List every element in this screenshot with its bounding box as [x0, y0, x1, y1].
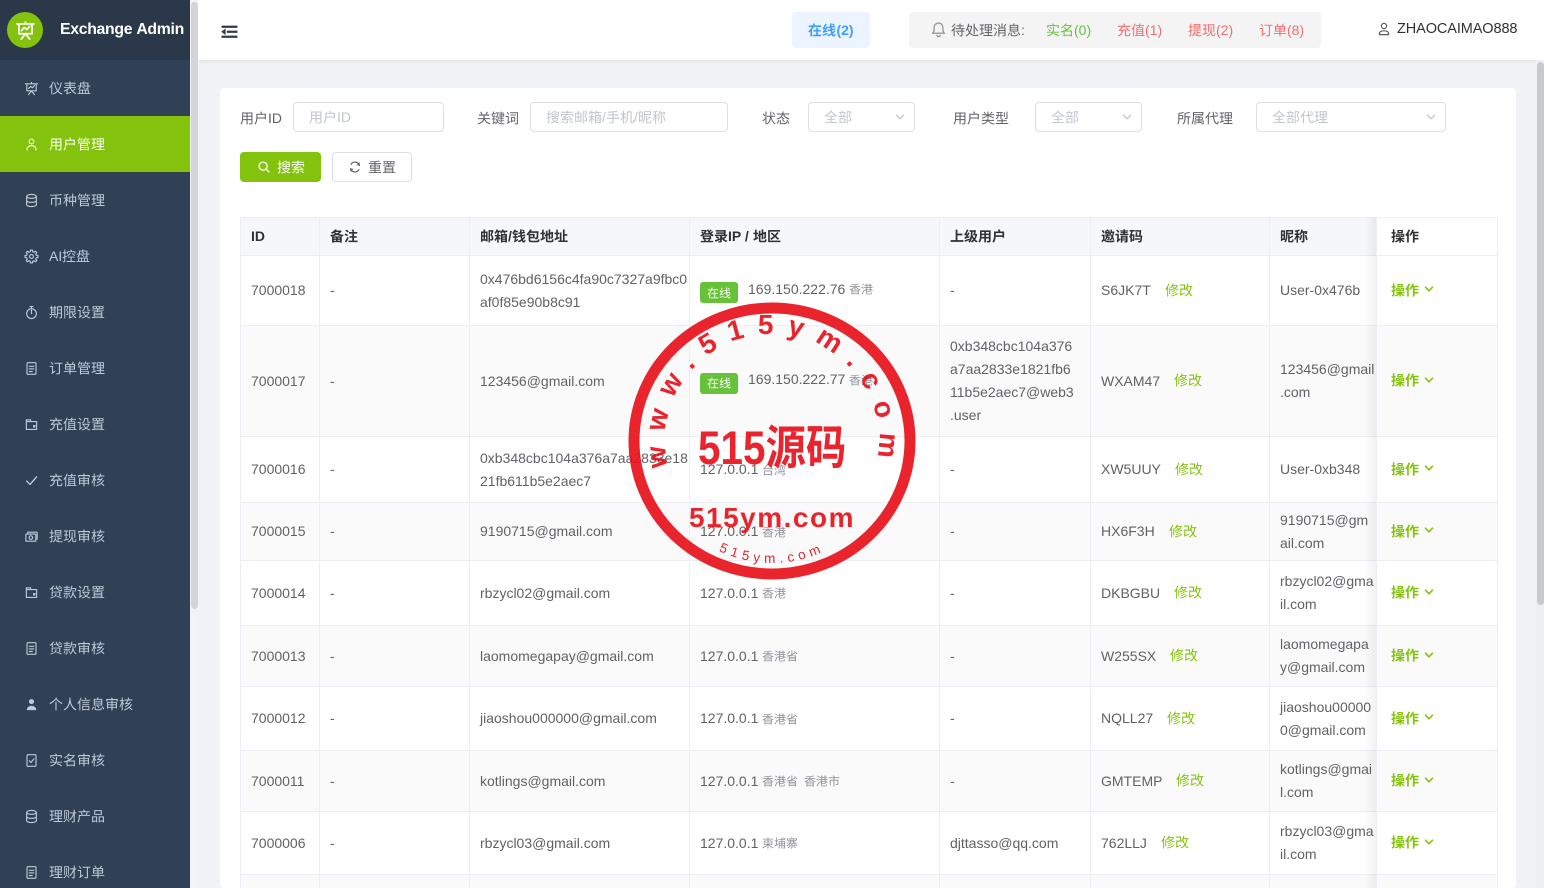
- svg-text:515ym.com: 515ym.com: [689, 502, 855, 533]
- svg-text:www.515ym.com: www.515ym.com: [639, 309, 905, 472]
- svg-text:515: 515: [698, 422, 765, 475]
- svg-text:515ym.com: 515ym.com: [717, 540, 826, 566]
